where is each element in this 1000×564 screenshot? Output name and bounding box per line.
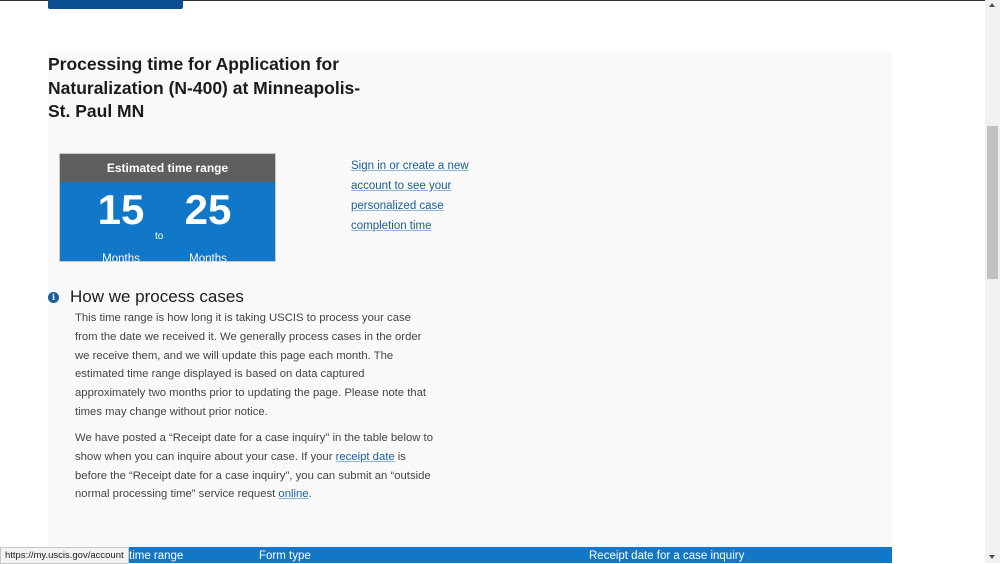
processing-table-header: time range Form type Receipt date for a …	[48, 547, 892, 563]
signin-link[interactable]: Sign in or create a new account to see y…	[351, 156, 501, 236]
estimated-time-range-card: Estimated time range 15 to 25 Months Mon…	[60, 154, 275, 265]
time-range-header: Estimated time range	[60, 154, 275, 182]
how-we-process-paragraph-2: We have posted a “Receipt date for a cas…	[75, 429, 435, 504]
time-range-min: 15	[97, 186, 145, 233]
column-header-time-range[interactable]: time range	[129, 550, 183, 562]
how-we-process-paragraph-1: This time range is how long it is taking…	[75, 312, 427, 418]
time-range-to: to	[155, 231, 164, 242]
paragraph-2-text-3: .	[308, 488, 312, 501]
time-range-min-unit: Months	[102, 253, 140, 265]
scroll-up-arrow-icon[interactable]	[989, 3, 995, 7]
status-bar-url: https://my.uscis.gov/account	[0, 547, 129, 564]
vertical-scrollbar[interactable]	[985, 0, 1000, 563]
page-title: Processing time for Application for Natu…	[48, 54, 361, 121]
info-icon: i	[48, 292, 59, 303]
scroll-thumb[interactable]	[987, 126, 998, 279]
column-header-receipt-date[interactable]: Receipt date for a case inquiry	[589, 550, 744, 562]
online-link[interactable]: online	[278, 488, 308, 500]
how-we-process-heading: How we process cases	[70, 287, 244, 306]
top-button-edge[interactable]	[48, 0, 183, 9]
time-range-max: 25	[184, 186, 232, 233]
time-range-body: 15 to 25 Months Months	[60, 182, 275, 265]
column-header-form-type[interactable]: Form type	[259, 550, 311, 562]
time-range-max-unit: Months	[189, 253, 227, 265]
scroll-down-arrow-icon[interactable]	[989, 555, 995, 559]
receipt-date-link[interactable]: receipt date	[336, 451, 395, 463]
